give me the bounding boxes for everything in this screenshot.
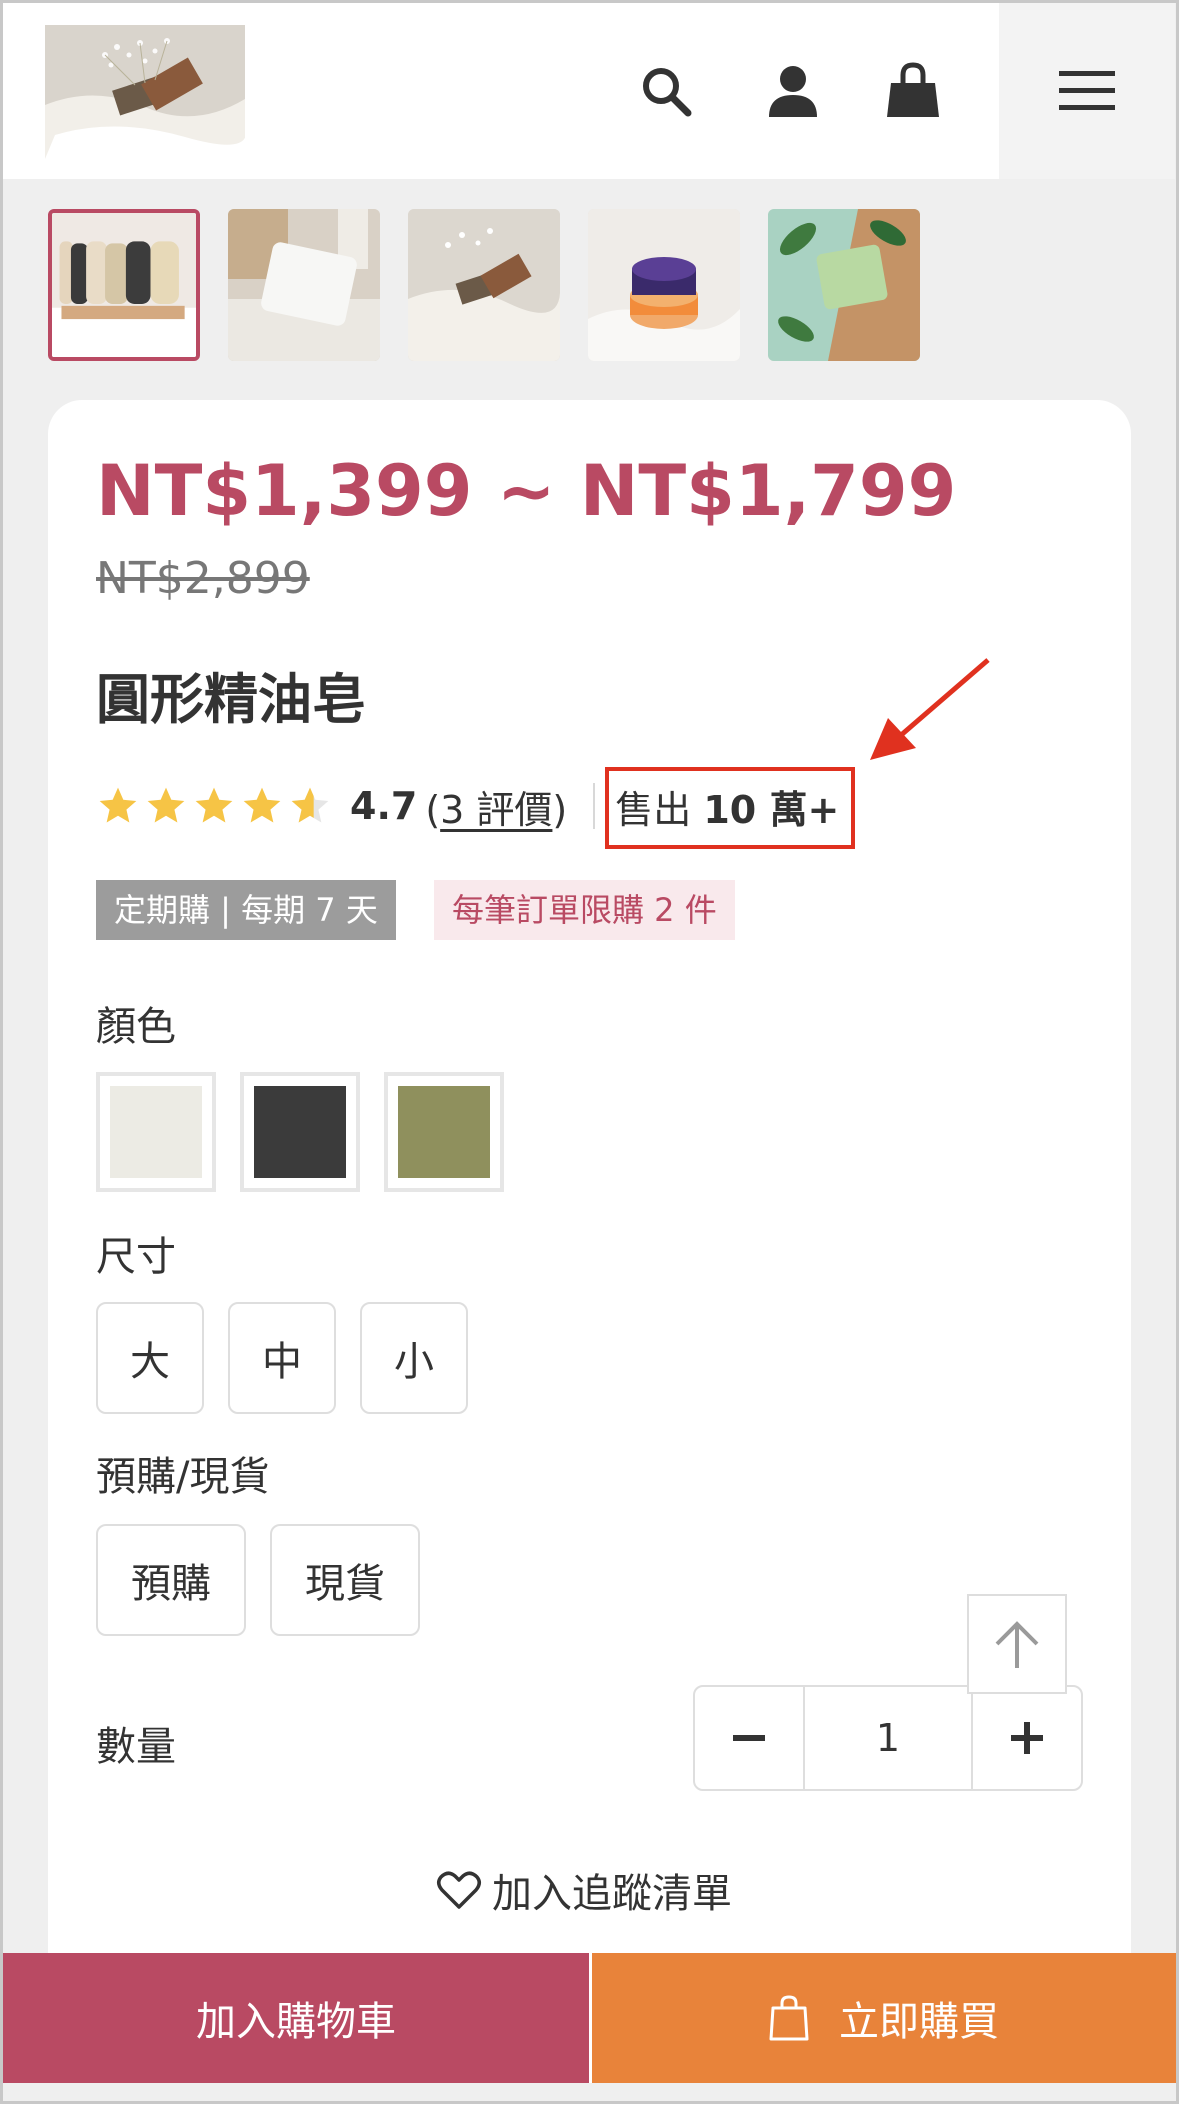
plus-icon xyxy=(1011,1722,1043,1754)
buy-now-label: 立即購買 xyxy=(839,1999,999,2045)
add-to-wishlist-button[interactable]: 加入追蹤清單 xyxy=(436,1858,732,1922)
soap-photo-logo xyxy=(45,25,245,159)
account-button[interactable] xyxy=(763,61,823,121)
star-icon xyxy=(147,787,185,823)
product-title: 圓形精油皂 xyxy=(96,668,366,731)
stock-option-preorder[interactable]: 預購 xyxy=(96,1524,246,1636)
color-swatch-cream[interactable] xyxy=(96,1072,216,1192)
quantity-decrease-button[interactable] xyxy=(695,1687,803,1789)
shopping-bag-icon xyxy=(887,62,939,117)
green-soap-image xyxy=(768,209,920,361)
user-icon xyxy=(769,66,817,117)
cart-button[interactable] xyxy=(883,61,943,121)
minus-icon xyxy=(733,1735,765,1741)
shopping-bag-icon xyxy=(769,1995,809,2041)
soap-bars-image xyxy=(52,213,196,357)
quantity-input[interactable]: 1 xyxy=(803,1687,973,1789)
heart-icon xyxy=(437,1871,481,1909)
stock-option-in-stock[interactable]: 現貨 xyxy=(270,1524,420,1636)
half-star-icon xyxy=(291,787,329,823)
review-link[interactable]: 3 評價 xyxy=(440,788,552,832)
swatch-fill xyxy=(254,1086,346,1178)
size-option-medium[interactable]: 中 xyxy=(228,1302,336,1414)
arrow-up-icon xyxy=(995,1621,1039,1668)
white-soap-image xyxy=(228,209,380,361)
review-count: (3 評價) xyxy=(425,779,567,834)
stock-label: 預購/現貨 xyxy=(96,1454,270,1500)
buy-now-button[interactable]: 立即購買 xyxy=(592,1953,1176,2083)
quantity-stepper: 1 xyxy=(693,1685,1083,1791)
add-to-cart-button[interactable]: 加入購物車 xyxy=(3,1953,589,2083)
hamburger-menu-icon xyxy=(1059,71,1115,110)
swatch-fill xyxy=(110,1086,202,1178)
divider xyxy=(593,783,596,829)
star-icon xyxy=(243,787,281,823)
thumbnail-stacked-colored-soaps[interactable] xyxy=(588,209,740,361)
annotation-arrow-icon xyxy=(870,658,990,760)
star-icon xyxy=(99,787,137,823)
site-header xyxy=(3,3,1175,179)
star-icon xyxy=(195,787,233,823)
purchase-limit-tag: 每筆訂單限購 2 件 xyxy=(434,880,735,940)
rating-value: 4.7 xyxy=(350,784,418,828)
quantity-increase-button[interactable] xyxy=(973,1687,1081,1789)
size-option-small[interactable]: 小 xyxy=(360,1302,468,1414)
subscription-tag: 定期購 | 每期 7 天 xyxy=(96,880,396,940)
product-price: NT$1,399 ~ NT$1,799 xyxy=(96,450,957,532)
thumbnail-soap-bars-row[interactable] xyxy=(48,209,200,361)
search-button[interactable] xyxy=(636,61,696,121)
size-label: 尺寸 xyxy=(96,1234,176,1280)
swatch-fill xyxy=(398,1086,490,1178)
thumbnail-soap-with-flowers[interactable] xyxy=(408,209,560,361)
thumbnail-green-soap-with-leaves[interactable] xyxy=(768,209,920,361)
annotation-highlight-box xyxy=(605,767,855,849)
menu-button[interactable] xyxy=(999,3,1175,179)
logo[interactable] xyxy=(45,25,245,159)
color-swatch-olive[interactable] xyxy=(384,1072,504,1192)
stacked-soaps-image xyxy=(588,209,740,361)
size-option-large[interactable]: 大 xyxy=(96,1302,204,1414)
rating-stars xyxy=(96,784,336,828)
bottom-action-bar: 加入購物車 立即購買 xyxy=(3,1953,1176,2083)
soap-flowers-image xyxy=(408,209,560,361)
original-price: NT$2,899 xyxy=(96,553,310,604)
back-to-top-button[interactable] xyxy=(967,1594,1067,1694)
paren-close: ) xyxy=(552,787,568,832)
quantity-label: 數量 xyxy=(96,1724,176,1770)
search-icon xyxy=(643,68,692,117)
color-label: 顏色 xyxy=(96,1004,176,1050)
wishlist-label: 加入追蹤清單 xyxy=(492,1871,732,1917)
color-swatch-charcoal[interactable] xyxy=(240,1072,360,1192)
thumbnail-white-soap-bar[interactable] xyxy=(228,209,380,361)
paren-open: ( xyxy=(425,787,441,832)
